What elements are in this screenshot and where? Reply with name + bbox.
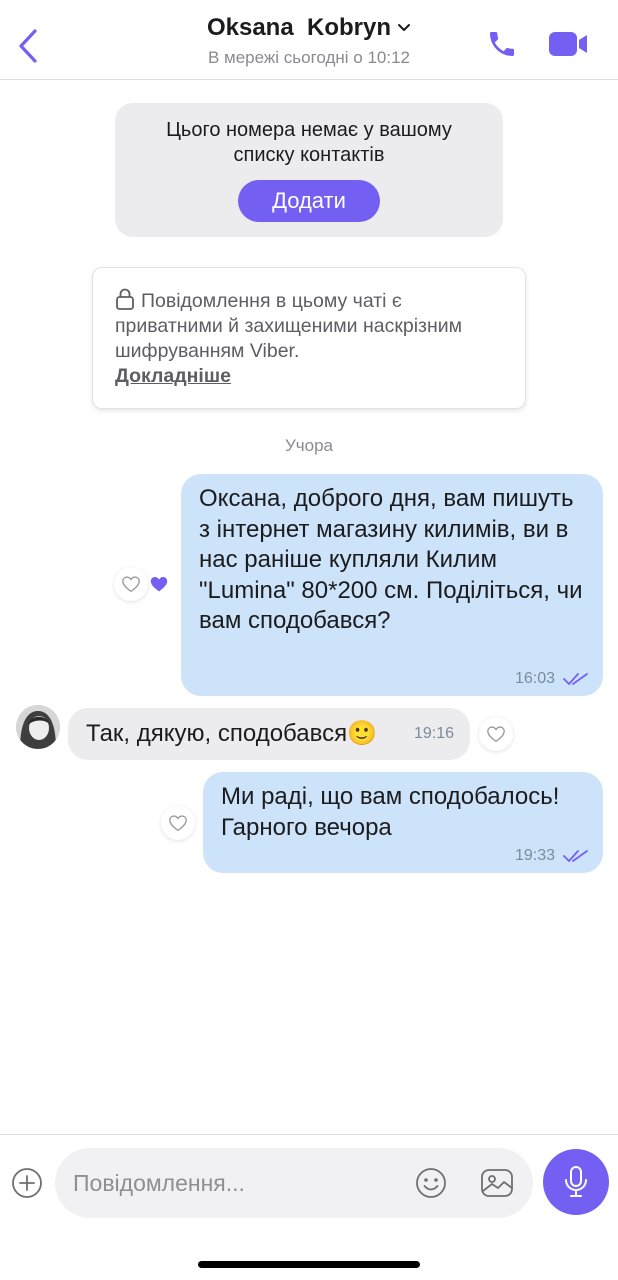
message-bubble-outgoing[interactable]: Ми раді, що вам сподобалось! Гарного веч… <box>203 772 603 873</box>
heart-icon <box>487 726 505 743</box>
message-time: 19:16 <box>413 725 454 742</box>
chat-header: Oksana Kobryn В мережі сьогодні о 10:12 <box>0 0 618 80</box>
message-bubble-incoming[interactable]: Так, дякую, сподобався🙂 19:16 <box>68 708 470 760</box>
message-meta: 19:33 <box>515 847 589 865</box>
message-meta: 16:03 <box>515 670 589 688</box>
heart-filled-icon <box>150 577 168 592</box>
encryption-notice-body: Повідомлення в цьому чаті є приватними й… <box>115 288 507 364</box>
phone-icon <box>490 32 514 56</box>
message-input[interactable] <box>73 1148 403 1218</box>
contact-info: Oksana Kobryn В мережі сьогодні о 10:12 <box>0 14 618 68</box>
heart-icon <box>122 576 140 593</box>
plus-circle-icon <box>12 1168 42 1198</box>
message-time: 16:03 <box>514 670 555 687</box>
gallery-icon <box>481 1169 513 1197</box>
lock-icon <box>116 288 134 310</box>
chevron-down-icon <box>398 24 411 31</box>
message-input-wrapper <box>55 1148 533 1218</box>
like-indicator <box>148 573 170 595</box>
contact-name: Oksana Kobryn <box>206 14 392 41</box>
encryption-notice-text: Повідомлення в цьому чаті є приватними й… <box>115 290 463 362</box>
learn-more-link[interactable]: Докладніше <box>115 364 231 389</box>
date-separator: Учора <box>284 436 334 455</box>
video-call-button[interactable] <box>546 28 590 60</box>
video-camera-icon <box>549 32 587 56</box>
message-bubble-outgoing[interactable]: Оксана, доброго дня, вам пишуть з інтерн… <box>181 474 603 696</box>
message-time: 19:33 <box>514 847 555 864</box>
contact-avatar[interactable] <box>16 705 60 749</box>
smiley-icon <box>416 1168 446 1198</box>
emoji-button[interactable] <box>415 1167 447 1199</box>
like-button[interactable] <box>114 567 148 601</box>
voice-message-button[interactable] <box>543 1149 609 1215</box>
avatar-image <box>16 705 60 749</box>
call-button[interactable] <box>484 26 520 62</box>
double-check-icon <box>563 850 588 862</box>
like-button[interactable] <box>479 717 513 751</box>
like-button[interactable] <box>161 806 195 840</box>
contact-name-button[interactable]: Oksana Kobryn <box>207 14 411 42</box>
message-text: Так, дякую, сподобався🙂 <box>86 720 377 747</box>
message-text: Оксана, доброго дня, вам пишуть з інтерн… <box>199 485 583 634</box>
message-meta: 19:16 <box>414 725 454 743</box>
home-indicator[interactable] <box>198 1261 420 1268</box>
last-seen-status: В мережі сьогодні о 10:12 <box>207 48 411 67</box>
attach-button[interactable] <box>11 1167 43 1199</box>
encryption-notice: Повідомлення в цьому чаті є приватними й… <box>92 267 526 409</box>
message-text: Ми раді, що вам сподобалось! Гарного веч… <box>221 783 560 841</box>
add-contact-button[interactable]: Додати <box>238 180 380 222</box>
add-contact-text: Цього номера немає у вашому списку конта… <box>166 119 452 166</box>
add-contact-card: Цього номера немає у вашому списку конта… <box>115 103 503 237</box>
double-check-icon <box>563 673 588 685</box>
microphone-icon <box>565 1166 587 1197</box>
heart-icon <box>169 815 187 832</box>
gallery-button[interactable] <box>480 1167 514 1199</box>
message-composer <box>0 1134 618 1280</box>
